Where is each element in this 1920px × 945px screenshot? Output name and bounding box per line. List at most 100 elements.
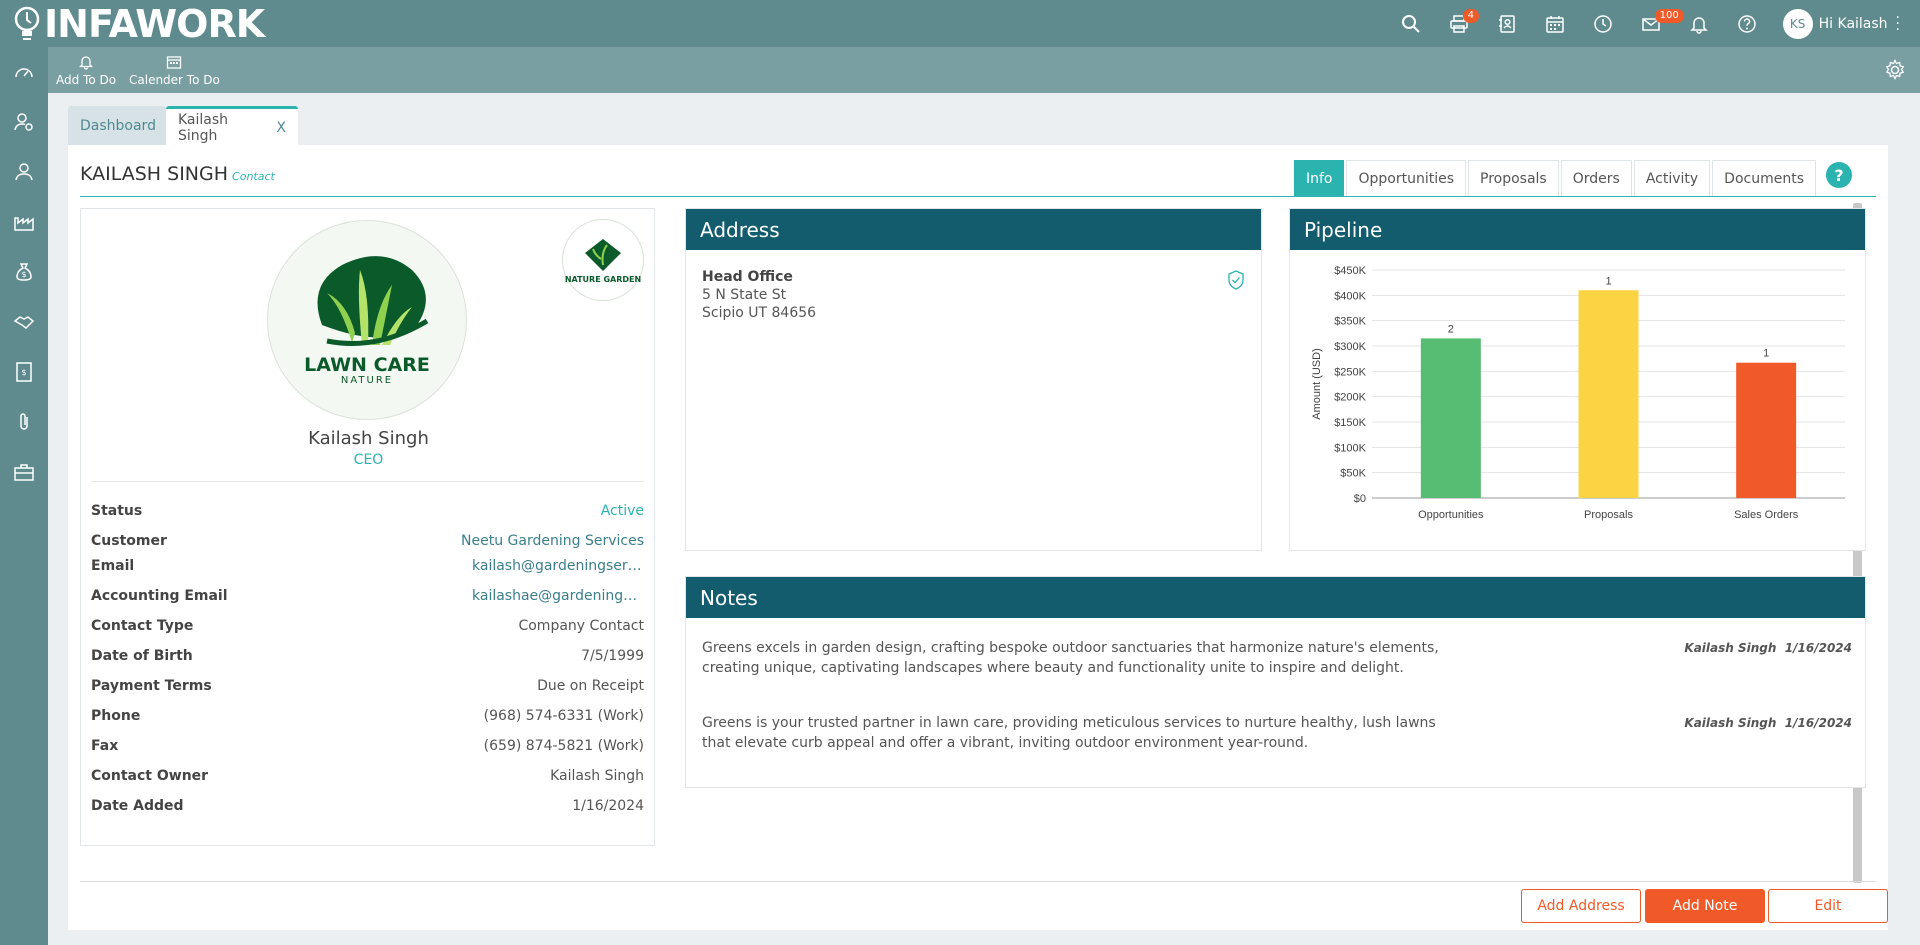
tab-info[interactable]: Info bbox=[1293, 160, 1345, 196]
note-text: Greens is your trusted partner in lawn c… bbox=[702, 715, 1436, 751]
shield-check-icon[interactable] bbox=[1227, 270, 1245, 295]
tab-dashboard[interactable]: Dashboard bbox=[68, 106, 166, 146]
tab-documents[interactable]: Documents bbox=[1712, 160, 1816, 196]
speedometer-icon bbox=[15, 68, 33, 78]
status-value: Active bbox=[600, 503, 644, 519]
add-address-button[interactable]: Add Address bbox=[1521, 889, 1641, 923]
settings-gear-icon[interactable] bbox=[1884, 59, 1906, 85]
mail-icon[interactable]: 100 bbox=[1627, 0, 1684, 47]
y-tick-label: $350K bbox=[1334, 316, 1366, 328]
search-icon[interactable] bbox=[1387, 0, 1435, 47]
add-note-button[interactable]: Add Note bbox=[1645, 889, 1765, 923]
field-contact-owner: Contact Owner Kailash Singh bbox=[91, 768, 644, 788]
sidebar-item-jobs[interactable] bbox=[0, 447, 48, 497]
note-author: Kailash Singh bbox=[1684, 716, 1777, 730]
clock-icon[interactable] bbox=[1579, 0, 1627, 47]
field-value: (968) 574-6331 (Work) bbox=[483, 708, 644, 724]
calendar-todo-label: Calender To Do bbox=[129, 72, 220, 87]
y-tick-label: $150K bbox=[1334, 417, 1366, 429]
y-tick-label: $50K bbox=[1340, 468, 1366, 480]
field-value: Kailash Singh bbox=[550, 768, 644, 784]
bar-count-label: 1 bbox=[1605, 275, 1611, 287]
field-contact-type: Contact Type Company Contact bbox=[91, 618, 644, 638]
printer-icon[interactable]: 4 bbox=[1435, 0, 1483, 47]
factory-icon bbox=[14, 217, 34, 231]
y-tick-label: $250K bbox=[1334, 366, 1366, 378]
invoice-icon: $ bbox=[16, 362, 32, 382]
field-value: (659) 874-5821 (Work) bbox=[483, 738, 644, 754]
bell-icon bbox=[78, 55, 94, 70]
help-icon[interactable] bbox=[1723, 0, 1771, 47]
contact-name: Kailash Singh bbox=[308, 428, 429, 449]
svg-text:$: $ bbox=[21, 368, 26, 377]
accounting-email-link[interactable]: kailashae@gardeningse... bbox=[472, 588, 644, 608]
field-label: Status bbox=[91, 503, 143, 519]
sidebar-item-dashboard[interactable] bbox=[0, 47, 48, 97]
note-date: 1/16/2024 bbox=[1784, 716, 1852, 730]
tab-kailash-singh[interactable]: Kailash Singh X bbox=[166, 106, 298, 146]
sidebar-item-attachments[interactable] bbox=[0, 397, 48, 447]
customer-link[interactable]: Neetu Gardening Services bbox=[461, 533, 644, 553]
edit-button[interactable]: Edit bbox=[1768, 889, 1888, 923]
x-tick-label: Opportunities bbox=[1418, 509, 1484, 521]
contacts-book-icon[interactable] bbox=[1483, 0, 1531, 47]
field-customer: Customer Neetu Gardening Services bbox=[91, 533, 644, 553]
bar-count-label: 2 bbox=[1448, 323, 1454, 335]
sidebar-item-invoices[interactable]: $ bbox=[0, 347, 48, 397]
field-label: Date of Birth bbox=[91, 648, 193, 664]
field-payment-terms: Payment Terms Due on Receipt bbox=[91, 678, 644, 698]
app-logo[interactable]: INFAWORK bbox=[12, 2, 265, 46]
tab-proposals[interactable]: Proposals bbox=[1468, 160, 1559, 196]
bar bbox=[1578, 290, 1639, 498]
help-button[interactable]: ? bbox=[1826, 162, 1852, 188]
note-date: 1/16/2024 bbox=[1784, 641, 1852, 655]
bar bbox=[1736, 362, 1797, 498]
calendar-icon bbox=[167, 55, 182, 69]
field-date-of-birth: Date of Birth 7/5/1999 bbox=[91, 648, 644, 668]
address-line1: 5 N State St bbox=[702, 287, 787, 303]
grass-leaf-logo-icon bbox=[317, 255, 429, 346]
sidebar-item-contacts[interactable] bbox=[0, 97, 48, 147]
user-menu[interactable]: KS Hi Kailash · · · bbox=[1782, 8, 1900, 39]
bell-icon[interactable] bbox=[1675, 0, 1723, 47]
user-icon bbox=[15, 163, 33, 181]
money-bag-icon: $ bbox=[16, 263, 32, 281]
y-tick-label: $0 bbox=[1354, 493, 1366, 505]
tab-opportunities[interactable]: Opportunities bbox=[1346, 160, 1466, 196]
field-accounting-email: Accounting Email kailashae@gardeningse..… bbox=[91, 588, 644, 608]
profile-divider bbox=[91, 481, 644, 482]
add-todo-button[interactable]: Add To Do bbox=[56, 47, 116, 93]
field-value: Due on Receipt bbox=[537, 678, 644, 694]
note-text: Greens excels in garden design, crafting… bbox=[702, 640, 1439, 676]
tab-activity[interactable]: Activity bbox=[1633, 160, 1711, 196]
field-phone: Phone (968) 574-6331 (Work) bbox=[91, 708, 644, 728]
notes-header: Notes bbox=[686, 577, 1865, 618]
y-tick-label: $400K bbox=[1334, 290, 1366, 302]
sidebar-item-customers[interactable] bbox=[0, 147, 48, 197]
briefcase-icon bbox=[14, 464, 34, 481]
printer-badge: 4 bbox=[1462, 9, 1480, 23]
calendar-icon[interactable] bbox=[1531, 0, 1579, 47]
user-greeting: Hi Kailash bbox=[1818, 15, 1888, 32]
avatar: KS bbox=[1782, 8, 1813, 39]
svg-text:$: $ bbox=[21, 270, 26, 279]
sidebar-item-factory[interactable] bbox=[0, 197, 48, 247]
record-tabs: Info Opportunities Proposals Orders Acti… bbox=[1292, 160, 1816, 196]
address-header: Address bbox=[686, 209, 1261, 250]
field-label: Payment Terms bbox=[91, 678, 212, 694]
logo-line1: LAWN CARE bbox=[304, 353, 430, 376]
pipeline-panel: Pipeline $0 $50K $100K $150K $200K $250K $300K… bbox=[1289, 208, 1866, 551]
sidebar-item-deals[interactable] bbox=[0, 297, 48, 347]
kebab-menu-icon[interactable]: · · · bbox=[1896, 11, 1900, 37]
field-label: Date Added bbox=[91, 798, 184, 814]
field-email: Email kailash@gardeningservi... bbox=[91, 558, 644, 578]
footer-divider bbox=[80, 881, 1876, 882]
calendar-todo-button[interactable]: Calender To Do bbox=[129, 47, 220, 93]
contact-name-title: KAILASH SINGH bbox=[80, 163, 229, 185]
tab-orders[interactable]: Orders bbox=[1560, 160, 1632, 196]
contact-role: CEO bbox=[353, 452, 384, 468]
sidebar-item-finance[interactable]: $ bbox=[0, 247, 48, 297]
field-fax: Fax (659) 874-5821 (Work) bbox=[91, 738, 644, 758]
email-link[interactable]: kailash@gardeningservi... bbox=[472, 558, 644, 578]
close-tab-button[interactable]: X bbox=[276, 120, 286, 136]
